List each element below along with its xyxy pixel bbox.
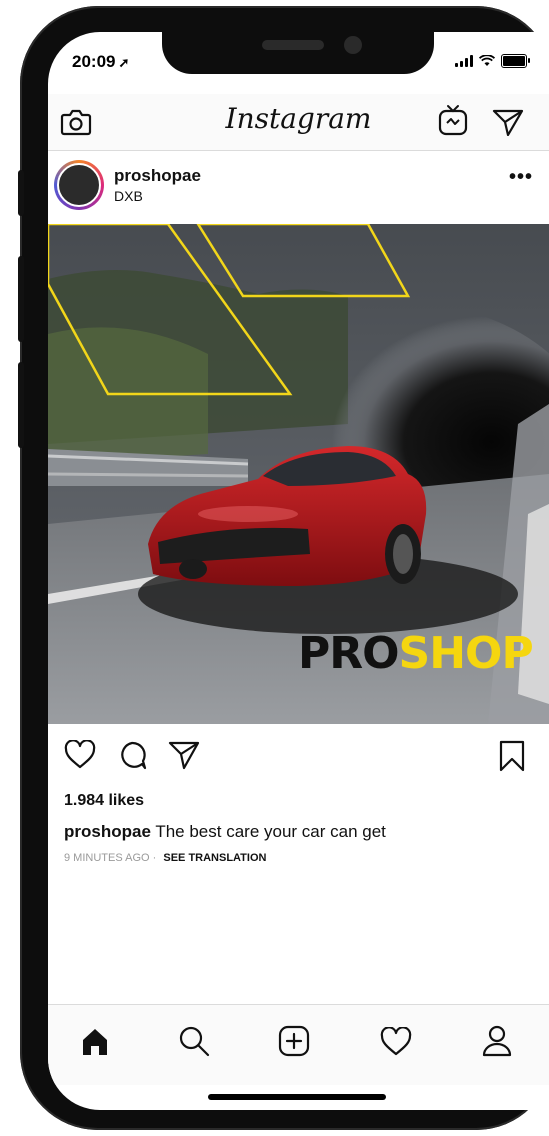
new-post-icon[interactable] — [278, 1025, 310, 1057]
post-username[interactable]: proshopae — [114, 166, 201, 186]
instagram-logo: Instagram — [225, 102, 372, 135]
phone-screen: 20:09 ➚ Instagram proshopae DXB ••• PROS… — [48, 32, 549, 1110]
post-time-ago: 9 MINUTES AGO — [64, 852, 150, 864]
meta-separator: · — [152, 852, 157, 864]
caption-text: The best care your car can get — [155, 822, 386, 841]
see-translation-link[interactable]: SEE TRANSLATION — [163, 852, 266, 864]
proshop-logo: PROSHOP — [298, 628, 534, 679]
post-location[interactable]: DXB — [114, 188, 143, 204]
likes-count[interactable]: 1.984 likes — [64, 792, 144, 810]
volume-up-button — [18, 256, 24, 342]
search-icon[interactable] — [178, 1025, 210, 1057]
status-time: 20:09 ➚ — [72, 52, 130, 71]
post-photo[interactable]: PROSHOP — [48, 224, 549, 724]
like-icon[interactable] — [64, 740, 96, 770]
save-icon[interactable] — [498, 740, 526, 772]
igtv-icon[interactable] — [438, 104, 468, 136]
mute-switch — [18, 170, 24, 216]
notch — [162, 32, 434, 74]
app-header: Instagram — [48, 94, 549, 151]
volume-down-button — [18, 362, 24, 448]
post-actions — [48, 734, 549, 782]
post-caption: proshopae The best care your car can get — [64, 822, 386, 842]
comment-icon[interactable] — [116, 740, 148, 770]
more-options-icon[interactable]: ••• — [509, 166, 533, 189]
share-icon[interactable] — [168, 740, 200, 770]
home-indicator[interactable] — [208, 1094, 386, 1100]
wifi-icon — [479, 55, 495, 66]
home-icon[interactable] — [80, 1027, 110, 1057]
bottom-nav — [48, 1004, 549, 1085]
status-indicators — [455, 54, 530, 68]
signal-icon — [455, 55, 473, 67]
direct-icon[interactable] — [492, 108, 524, 136]
front-camera — [344, 36, 362, 54]
speaker — [262, 40, 324, 50]
profile-icon[interactable] — [482, 1025, 512, 1057]
post-header: proshopae DXB ••• — [48, 150, 549, 222]
activity-icon[interactable] — [380, 1027, 412, 1057]
caption-username[interactable]: proshopae — [64, 822, 151, 841]
post-meta: 9 MINUTES AGO · SEE TRANSLATION — [64, 852, 266, 864]
avatar[interactable] — [54, 160, 104, 210]
battery-icon — [501, 54, 530, 68]
location-arrow-icon: ➚ — [118, 55, 130, 70]
